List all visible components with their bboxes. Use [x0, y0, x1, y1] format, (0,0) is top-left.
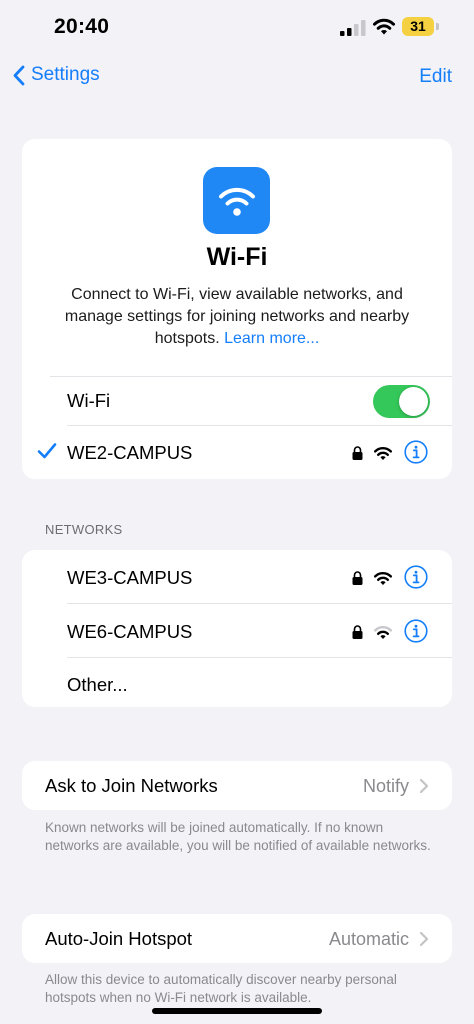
wifi-description: Connect to Wi-Fi, view available network… [46, 284, 428, 350]
wifi-signal-partial-icon [374, 626, 392, 639]
divider [67, 657, 452, 658]
home-indicator [152, 1008, 322, 1014]
battery-indicator: 31 [402, 17, 434, 36]
cellular-signal-icon [340, 20, 366, 36]
wifi-app-icon [203, 167, 270, 234]
divider [67, 425, 452, 426]
info-icon[interactable] [404, 619, 428, 643]
connected-network-name[interactable]: WE2-CAMPUS [67, 442, 192, 464]
info-icon[interactable] [404, 440, 428, 464]
chevron-left-icon [13, 65, 25, 85]
wifi-signal-icon [374, 447, 392, 460]
back-label: Settings [31, 64, 100, 85]
info-icon[interactable] [404, 565, 428, 589]
network-name[interactable]: WE6-CAMPUS [67, 621, 192, 643]
checkmark-icon [37, 443, 57, 459]
auto-join-hotspot-label: Auto-Join Hotspot [45, 928, 193, 949]
back-button[interactable]: Settings [12, 64, 100, 86]
battery-tip [436, 23, 439, 30]
status-time: 20:40 [54, 15, 110, 38]
divider [50, 376, 452, 377]
chevron-right-icon [419, 931, 429, 947]
ask-to-join-value: Notify [362, 776, 409, 796]
edit-button[interactable]: Edit [419, 66, 452, 88]
page-title: Wi-Fi [206, 243, 268, 271]
network-name[interactable]: WE3-CAMPUS [67, 567, 192, 589]
lock-icon [352, 571, 363, 585]
lock-icon [352, 625, 363, 639]
lock-icon [352, 446, 363, 460]
wifi-toggle[interactable] [373, 385, 430, 418]
toggle-knob [399, 387, 428, 416]
wifi-toggle-label: Wi-Fi [67, 390, 111, 411]
chevron-right-icon [419, 778, 429, 794]
networks-section-header: NETWORKS [45, 522, 123, 537]
wifi-status-icon [373, 18, 395, 35]
other-network-button[interactable]: Other... [67, 674, 128, 696]
auto-join-hotspot-footer: Allow this device to automatically disco… [45, 972, 397, 1005]
divider [67, 603, 452, 604]
learn-more-link[interactable]: Learn more... [224, 330, 319, 347]
ask-to-join-label: Ask to Join Networks [45, 775, 218, 796]
ask-to-join-footer: Known networks will be joined automatica… [45, 820, 431, 853]
auto-join-hotspot-value: Automatic [328, 929, 409, 949]
wifi-icon [218, 187, 255, 216]
wifi-signal-icon [374, 572, 392, 585]
